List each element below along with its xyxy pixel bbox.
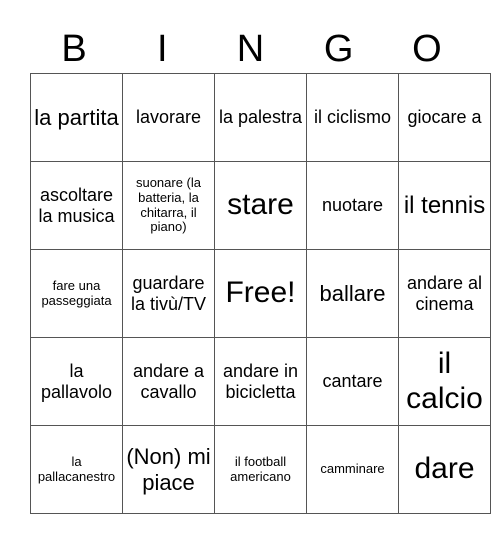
header-letter-o: O — [412, 28, 442, 70]
bingo-cell[interactable]: stare — [214, 161, 307, 250]
card-row: la partita lavorare la palestra il cicli… — [30, 73, 491, 162]
free-space-cell[interactable]: Free! — [214, 249, 307, 338]
bingo-cell[interactable]: (Non) mi piace — [122, 425, 215, 514]
bingo-cell[interactable]: camminare — [306, 425, 399, 514]
bingo-cell[interactable]: andare in bicicletta — [214, 337, 307, 426]
bingo-cell[interactable]: nuotare — [306, 161, 399, 250]
bingo-cell[interactable]: la pallavolo — [30, 337, 123, 426]
bingo-cell[interactable]: ascoltare la musica — [30, 161, 123, 250]
bingo-cell[interactable]: la pallacanestro — [30, 425, 123, 514]
bingo-cell[interactable]: ballare — [306, 249, 399, 338]
bingo-cell[interactable]: cantare — [306, 337, 399, 426]
bingo-cell[interactable]: il ciclismo — [306, 73, 399, 162]
bingo-cell[interactable]: il tennis — [398, 161, 491, 250]
card-row: la pallavolo andare a cavallo andare in … — [30, 337, 491, 426]
bingo-cell[interactable]: lavorare — [122, 73, 215, 162]
card-row: ascoltare la musica suonare (la batteria… — [30, 161, 491, 250]
header-letter-b: B — [61, 28, 87, 70]
bingo-cell[interactable]: la palestra — [214, 73, 307, 162]
header-letter-n: N — [236, 28, 265, 70]
card-row: fare una passeggiata guardare la tivù/TV… — [30, 249, 491, 338]
bingo-header: B I N G O — [30, 24, 471, 74]
bingo-card: la partita lavorare la palestra il cicli… — [30, 73, 491, 514]
bingo-cell[interactable]: giocare a — [398, 73, 491, 162]
bingo-cell[interactable]: fare una passeggiata — [30, 249, 123, 338]
bingo-cell[interactable]: la partita — [30, 73, 123, 162]
bingo-cell[interactable]: guardare la tivù/TV — [122, 249, 215, 338]
bingo-cell[interactable]: il calcio — [398, 337, 491, 426]
bingo-cell[interactable]: andare al cinema — [398, 249, 491, 338]
header-letter-i: I — [157, 28, 168, 70]
bingo-cell[interactable]: dare — [398, 425, 491, 514]
bingo-cell[interactable]: andare a cavallo — [122, 337, 215, 426]
card-row: la pallacanestro (Non) mi piace il footb… — [30, 425, 491, 514]
header-letter-g: G — [323, 28, 354, 70]
bingo-cell[interactable]: il football americano — [214, 425, 307, 514]
bingo-cell[interactable]: suonare (la batteria, la chitarra, il pi… — [122, 161, 215, 250]
